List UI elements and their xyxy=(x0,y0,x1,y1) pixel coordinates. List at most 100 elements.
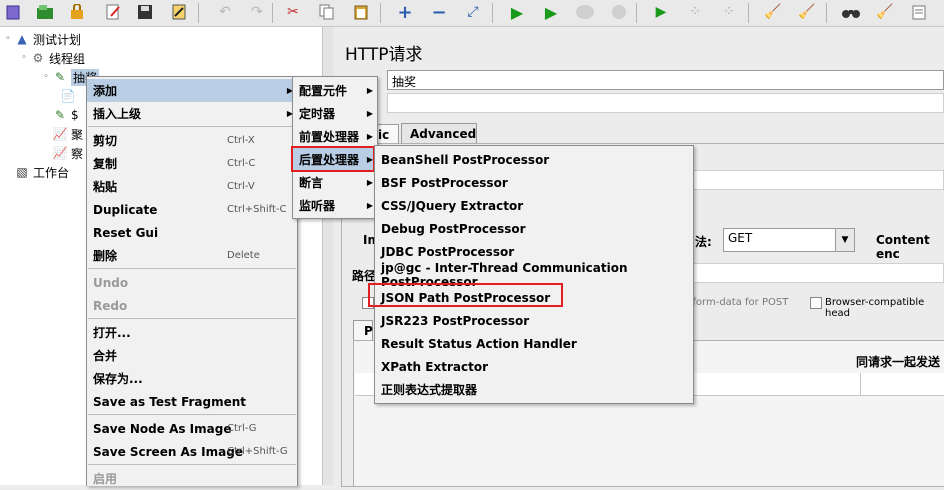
name-field[interactable]: 抽奖 xyxy=(387,70,944,90)
start-no-pause-icon[interactable]: ▶ xyxy=(540,1,562,23)
pipette-icon: ✎ xyxy=(54,108,66,122)
menu-item-enable[interactable]: 启用 xyxy=(87,467,297,490)
stop-icon[interactable] xyxy=(574,1,596,23)
browser-headers-checkbox[interactable] xyxy=(810,297,822,309)
submenu-item-debug-postprocessor[interactable]: Debug PostProcessor xyxy=(375,217,693,240)
function-helper-icon[interactable] xyxy=(908,1,930,23)
menu-item-add[interactable]: 添加 ▶ xyxy=(87,79,297,102)
menu-divider xyxy=(88,318,296,319)
tree-toggle-icon[interactable]: ◦ xyxy=(40,72,52,82)
start-icon[interactable]: ▶ xyxy=(506,1,528,23)
tab-basic[interactable]: ic xyxy=(375,124,399,144)
menu-item-reset-gui[interactable]: Reset Gui xyxy=(87,221,297,244)
collapse-icon[interactable]: − xyxy=(428,1,450,23)
submenu-item-regex-extractor[interactable]: 正则表达式提取器 xyxy=(375,378,693,401)
menu-item-copy[interactable]: 复制 Ctrl-C xyxy=(87,152,297,175)
lock-icon[interactable] xyxy=(66,1,88,23)
redo-icon[interactable]: ↷ xyxy=(246,1,268,23)
comments-field[interactable] xyxy=(387,93,944,113)
browser-headers-label: Browser-compatible head xyxy=(825,297,925,319)
annotation-highlight-post-processor xyxy=(291,146,375,172)
submenu-item-assertion[interactable]: 断言 ▶ xyxy=(293,171,377,194)
tree-node-label: 聚 xyxy=(71,127,84,142)
search-icon[interactable] xyxy=(840,1,862,23)
post-processor-submenu: BeanShell PostProcessor BSF PostProcesso… xyxy=(374,145,694,404)
menu-divider xyxy=(88,414,296,415)
remote-stop-icon[interactable]: ⁘ xyxy=(684,1,706,23)
server-field[interactable] xyxy=(683,170,944,190)
path-field[interactable] xyxy=(693,263,944,283)
menu-item-delete[interactable]: 删除 Delete xyxy=(87,244,297,267)
document-icon: 📄 xyxy=(60,89,76,103)
toggle-icon[interactable]: ⤢ xyxy=(462,1,484,23)
submenu-item-listener[interactable]: 监听器 ▶ xyxy=(293,194,377,217)
submenu-item-timer[interactable]: 定时器 ▶ xyxy=(293,102,377,125)
submenu-item-result-status-action-handler[interactable]: Result Status Action Handler xyxy=(375,332,693,355)
submenu-item-config-element[interactable]: 配置元件 ▶ xyxy=(293,79,377,102)
remote-exit-icon[interactable]: ⁘ xyxy=(718,1,740,23)
submenu-item-xpath-extractor[interactable]: XPath Extractor xyxy=(375,355,693,378)
toolbar: ↶ ↷ ✂ + − ⤢ ▶ ▶ ▶ ⁘ ⁘ 🧹 🧹 🧹 xyxy=(0,0,944,27)
menu-divider xyxy=(88,268,296,269)
copy-icon[interactable] xyxy=(316,1,338,23)
tree-node-label: $ xyxy=(71,108,79,122)
reset-search-icon[interactable]: 🧹 xyxy=(874,1,896,23)
multipart-label: rt/form-data for POST xyxy=(681,297,789,308)
page-title: HTTP请求 xyxy=(345,45,423,65)
path-label: 路径 xyxy=(352,269,377,283)
test-plan-icon: ▲ xyxy=(17,32,27,46)
chevron-right-icon: ▶ xyxy=(366,109,373,118)
chevron-right-icon: ▶ xyxy=(366,86,373,95)
tree-node-thread-group[interactable]: ◦ ⚙ 线程组 xyxy=(18,49,85,67)
paste-icon[interactable] xyxy=(350,1,372,23)
clear-icon[interactable]: 🧹 xyxy=(762,1,784,23)
tab-parameters[interactable]: P xyxy=(353,320,373,340)
tree-node-label: 察 xyxy=(71,146,84,161)
context-menu: 添加 ▶ 插入上级 ▶ 剪切 Ctrl-X 复制 Ctrl-C 粘贴 Ctrl-V Dup… xyxy=(86,76,298,486)
tree-node-label: 测试计划 xyxy=(33,32,82,47)
chevron-right-icon: ▶ xyxy=(366,201,373,210)
open-icon[interactable] xyxy=(34,1,56,23)
menu-item-open[interactable]: 打开... xyxy=(87,321,297,344)
tree-node-listener-aggregate[interactable]: 📈 聚 xyxy=(40,125,84,143)
submenu-item-css-jquery-extractor[interactable]: CSS/JQuery Extractor xyxy=(375,194,693,217)
menu-item-save-screen-as-image[interactable]: Save Screen As Image Ctrl+Shift-G xyxy=(87,440,297,463)
save-icon[interactable] xyxy=(134,1,156,23)
menu-item-undo[interactable]: Undo xyxy=(87,271,297,294)
tree-node-sampler[interactable]: ✎ $ xyxy=(40,106,79,124)
menu-item-redo[interactable]: Redo xyxy=(87,294,297,317)
menu-item-save-as[interactable]: 保存为... xyxy=(87,367,297,390)
tree-toggle-icon[interactable]: ◦ xyxy=(18,53,30,63)
content-encoding-label: Content enc xyxy=(876,233,930,261)
tree-node-listener-view[interactable]: 📈 察 xyxy=(40,144,84,162)
cut-icon[interactable]: ✂ xyxy=(282,1,304,23)
new-icon[interactable] xyxy=(2,1,24,23)
tree-toggle-icon[interactable]: ◦ xyxy=(2,34,14,44)
shutdown-icon[interactable] xyxy=(608,1,630,23)
tab-advanced[interactable]: Advanced xyxy=(401,123,477,144)
remote-start-icon[interactable]: ▶ xyxy=(650,1,672,23)
menu-item-save-node-as-image[interactable]: Save Node As Image Ctrl-G xyxy=(87,417,297,440)
annotation-highlight-json-path xyxy=(368,283,563,307)
menu-item-merge[interactable]: 合并 xyxy=(87,344,297,367)
undo-icon[interactable]: ↶ xyxy=(214,1,236,23)
expand-icon[interactable]: + xyxy=(394,1,416,23)
tree-node-workbench[interactable]: ▧ 工作台 xyxy=(2,163,69,181)
chevron-down-icon[interactable]: ▼ xyxy=(835,229,854,251)
tree-node-label: 工作台 xyxy=(33,165,70,180)
submenu-item-beanshell-postprocessor[interactable]: BeanShell PostProcessor xyxy=(375,148,693,171)
clear-all-icon[interactable]: 🧹 xyxy=(796,1,818,23)
tree-node-test-plan[interactable]: ◦ ▲ 测试计划 xyxy=(2,30,81,48)
method-select[interactable]: GET ▼ xyxy=(723,228,855,252)
menu-item-save-as-test-fragment[interactable]: Save as Test Fragment xyxy=(87,390,297,413)
submenu-item-bsf-postprocessor[interactable]: BSF PostProcessor xyxy=(375,171,693,194)
menu-item-paste[interactable]: 粘贴 Ctrl-V xyxy=(87,175,297,198)
tree-node-child[interactable]: 📄 xyxy=(60,87,79,105)
submenu-item-jsr223-postprocessor[interactable]: JSR223 PostProcessor xyxy=(375,309,693,332)
template-icon[interactable] xyxy=(168,1,190,23)
edit-icon[interactable] xyxy=(102,1,124,23)
menu-item-duplicate[interactable]: Duplicate Ctrl+Shift-C xyxy=(87,198,297,221)
menu-item-cut[interactable]: 剪切 Ctrl-X xyxy=(87,129,297,152)
submenu-item-pre-processor[interactable]: 前置处理器 ▶ xyxy=(293,125,377,148)
menu-item-insert-parent[interactable]: 插入上级 ▶ xyxy=(87,102,297,125)
